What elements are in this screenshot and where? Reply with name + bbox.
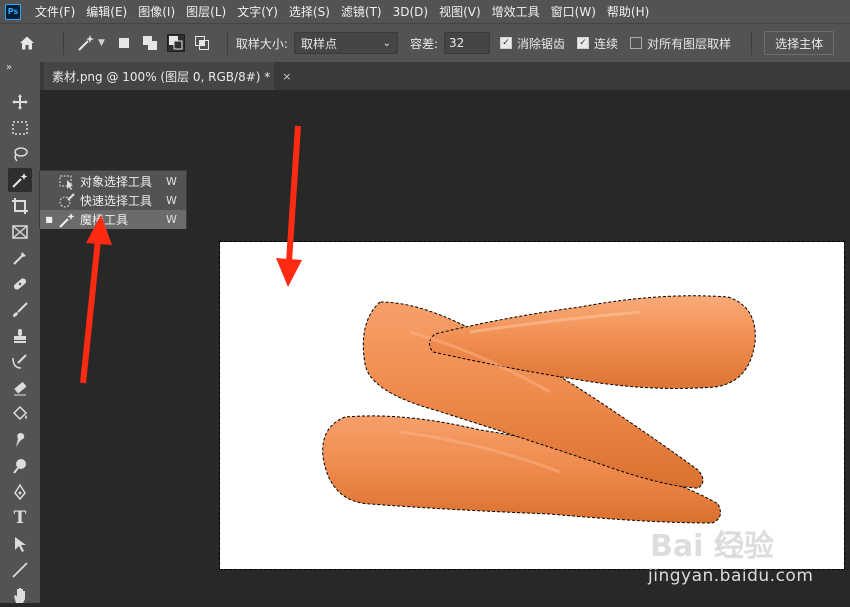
annotation-arrow-up <box>80 239 101 384</box>
annotation-arrowhead-down <box>276 258 302 287</box>
annotation-arrow-down <box>286 125 301 263</box>
annotation-arrowhead-up <box>86 215 112 245</box>
annotation-arrows <box>80 125 302 384</box>
watermark-logo-text: Bai 经验 <box>650 529 774 564</box>
watermark-url: jingyan.baidu.com <box>648 566 814 586</box>
baidu-jingyan-watermark-logo: Bai 经验 <box>650 529 774 564</box>
